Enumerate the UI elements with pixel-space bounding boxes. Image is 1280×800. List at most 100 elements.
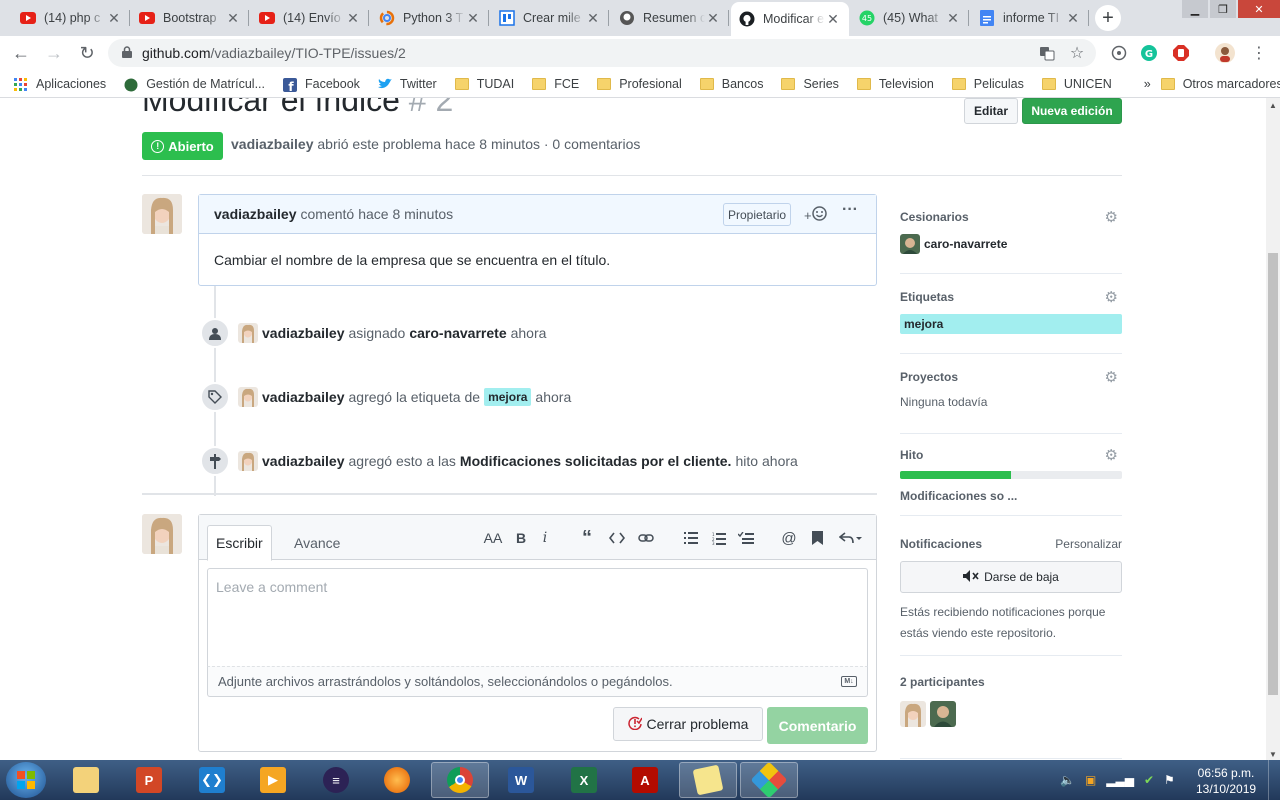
start-button[interactable] — [6, 762, 46, 798]
italic-button[interactable]: i — [535, 528, 555, 548]
bookmark-twitter[interactable]: Twitter — [377, 77, 437, 91]
reply-icon[interactable] — [836, 528, 866, 548]
close-icon[interactable]: ✕ — [1065, 10, 1081, 27]
page-scrollbar[interactable]: ▲ ▼ — [1266, 98, 1280, 761]
customize-link[interactable]: Personalizar — [1055, 537, 1122, 551]
browser-tab[interactable]: (14) php c ✕ — [12, 4, 130, 32]
bold-button[interactable]: B — [511, 528, 531, 548]
opened-time[interactable]: hace 8 minutos — [445, 136, 540, 152]
new-issue-button[interactable]: Nueva edición — [1022, 98, 1122, 124]
window-close-button[interactable]: ✕ — [1238, 0, 1280, 18]
bookmark-folder[interactable]: Television — [856, 77, 934, 91]
avatar[interactable] — [930, 701, 956, 727]
comment-submit-button[interactable]: Comentario — [767, 707, 868, 744]
code-icon[interactable] — [607, 528, 627, 548]
avatar[interactable] — [142, 194, 182, 234]
volume-icon[interactable]: 🔈 — [1060, 773, 1075, 787]
label-pill[interactable]: mejora — [484, 388, 532, 406]
taskbar-media[interactable]: ▶ — [244, 762, 302, 798]
close-issue-button[interactable]: Cerrar problema — [613, 707, 763, 741]
minimize-button[interactable]: ▁ — [1182, 0, 1208, 18]
grammarly-icon[interactable]: G — [1138, 42, 1160, 64]
reload-button[interactable]: ↻ — [74, 40, 100, 66]
task-list-icon[interactable] — [736, 528, 756, 548]
unsubscribe-button[interactable]: Darse de baja — [900, 561, 1122, 593]
event-actor[interactable]: vadiazbailey — [262, 453, 345, 469]
bookmark-star-icon[interactable]: ☆ — [1066, 42, 1088, 64]
taskbar-excel[interactable]: X — [555, 762, 613, 798]
avatar[interactable] — [142, 514, 182, 554]
clock[interactable]: 06:56 p.m. 13/10/2019 — [1196, 765, 1256, 797]
assignee[interactable]: caro-navarrete — [900, 234, 1122, 254]
close-icon[interactable]: ✕ — [705, 10, 721, 27]
address-bar[interactable]: github.com/vadiazbailey/TIO-TPE/issues/2 — [108, 39, 1096, 67]
author-link[interactable]: vadiazbailey — [231, 136, 314, 152]
event-time[interactable]: ahora — [511, 325, 547, 341]
close-icon[interactable]: ✕ — [106, 10, 122, 27]
gear-icon[interactable]: ⚙ — [1105, 368, 1118, 386]
taskbar-notes[interactable] — [679, 762, 737, 798]
taskbar-eclipse[interactable]: ≡ — [307, 762, 365, 798]
bookmarks-overflow-button[interactable]: » — [1144, 77, 1151, 91]
event-actor[interactable]: vadiazbailey — [262, 325, 345, 341]
show-desktop-button[interactable] — [1268, 760, 1280, 800]
taskbar-firefox[interactable] — [368, 762, 426, 798]
close-icon[interactable]: ✕ — [825, 11, 841, 28]
bookmark-apps[interactable]: Aplicaciones — [14, 77, 106, 91]
event-target[interactable]: Modificaciones solicitadas por el client… — [460, 453, 732, 469]
back-button[interactable]: ← — [8, 40, 34, 66]
avatar[interactable] — [900, 701, 926, 727]
browser-tab[interactable]: Bootstrap ✕ — [131, 4, 249, 32]
event-actor[interactable]: vadiazbailey — [262, 389, 345, 405]
taskbar-app[interactable] — [740, 761, 798, 799]
taskbar-powerpoint[interactable]: P — [120, 762, 178, 798]
comment-author[interactable]: vadiazbailey — [214, 206, 297, 222]
event-time[interactable]: ahora — [762, 453, 798, 469]
browser-tab[interactable]: 45 (45) What ✕ — [851, 4, 969, 32]
add-reaction-button[interactable]: + — [804, 206, 827, 224]
tray-app-icon[interactable]: ▣ — [1085, 773, 1096, 787]
event-time[interactable]: ahora — [535, 389, 571, 405]
antivirus-icon[interactable]: ✔ — [1144, 773, 1154, 787]
browser-tab-active[interactable]: Modificar e ✕ — [731, 2, 849, 36]
bookmark-folder[interactable]: UNICEN — [1041, 77, 1112, 91]
link-icon[interactable] — [636, 528, 656, 548]
browser-tab[interactable]: (14) Envío ✕ — [251, 4, 369, 32]
extension-icon[interactable] — [1108, 42, 1130, 64]
scroll-down-icon[interactable]: ▼ — [1266, 747, 1280, 761]
event-target[interactable]: caro-navarrete — [409, 325, 506, 341]
tab-preview[interactable]: Avance — [286, 525, 348, 561]
forward-button[interactable]: → — [41, 40, 67, 66]
avatar[interactable] — [238, 323, 258, 343]
taskbar-chrome[interactable] — [431, 762, 489, 798]
bookmark-folder[interactable]: Profesional — [597, 77, 682, 91]
taskbar-explorer[interactable] — [57, 762, 115, 798]
bookmark-folder[interactable]: Series — [781, 77, 839, 91]
close-icon[interactable]: ✕ — [945, 10, 961, 27]
milestone-link[interactable]: Modificaciones so ... — [900, 489, 1122, 503]
scrollbar-thumb[interactable] — [1268, 253, 1278, 695]
close-icon[interactable]: ✕ — [345, 10, 361, 27]
close-icon[interactable]: ✕ — [585, 10, 601, 27]
comment-time[interactable]: hace 8 minutos — [358, 206, 453, 222]
bulleted-list-icon[interactable] — [681, 528, 701, 548]
comment-textarea[interactable]: Leave a comment — [207, 568, 868, 666]
bookmark-folder[interactable]: Peliculas — [951, 77, 1024, 91]
gear-icon[interactable]: ⚙ — [1105, 288, 1118, 306]
mention-icon[interactable]: @ — [779, 528, 799, 548]
edit-button[interactable]: Editar — [964, 98, 1018, 124]
new-tab-button[interactable]: + — [1095, 5, 1121, 31]
adblock-icon[interactable] — [1170, 42, 1192, 64]
bookmark-folder[interactable]: TUDAI — [454, 77, 514, 91]
action-center-icon[interactable]: ⚑ — [1164, 773, 1175, 787]
translate-icon[interactable] — [1036, 42, 1058, 64]
taskbar-vscode[interactable]: ❮❯ — [183, 762, 241, 798]
text-size-button[interactable]: AA — [482, 528, 504, 548]
more-options-icon[interactable]: ··· — [842, 201, 858, 219]
tab-write[interactable]: Escribir — [207, 525, 272, 561]
gear-icon[interactable]: ⚙ — [1105, 446, 1118, 464]
quote-icon[interactable]: “ — [577, 527, 597, 549]
label-pill[interactable]: mejora — [900, 314, 1122, 334]
saved-reply-icon[interactable] — [807, 528, 827, 548]
attach-files-bar[interactable]: Adjunte archivos arrastrándolos y soltán… — [207, 666, 868, 697]
